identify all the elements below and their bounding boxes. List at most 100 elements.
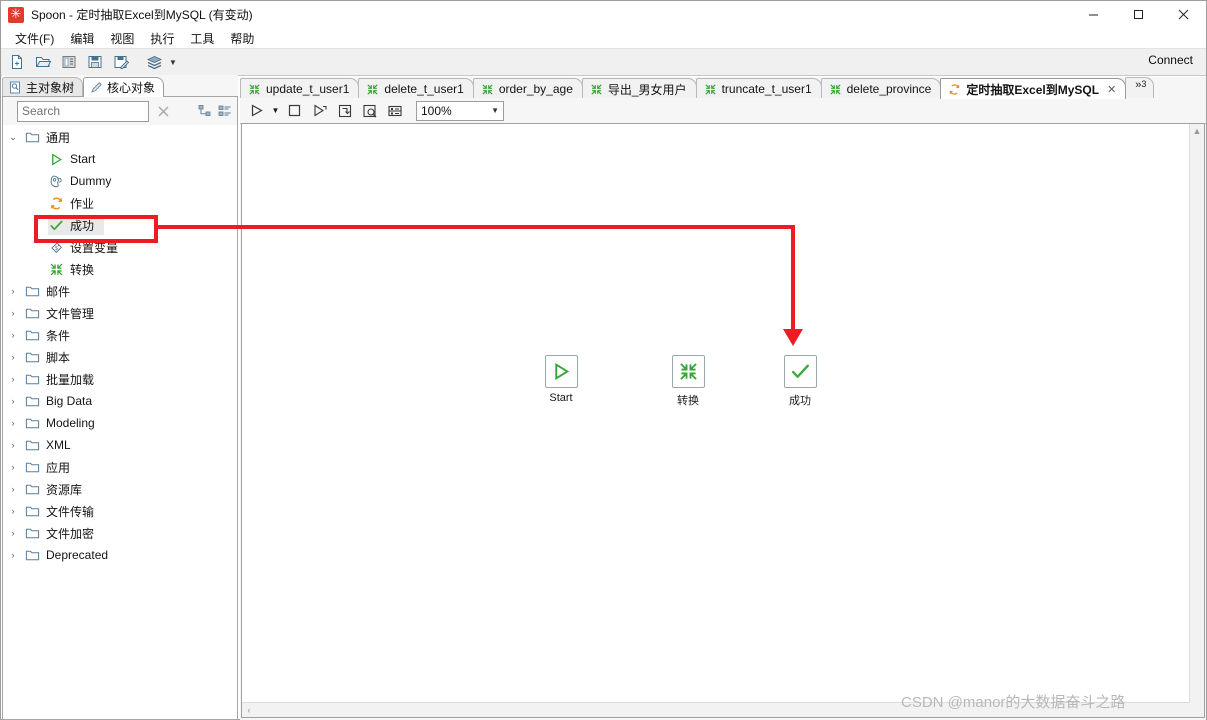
tree-row-icon <box>22 504 42 519</box>
tree-item-row[interactable]: 作业 <box>4 192 236 214</box>
folder-icon <box>25 460 40 475</box>
editor-tab[interactable]: update_t_user1 <box>240 78 360 99</box>
tab-object-tree[interactable]: 主对象树 <box>2 77 84 97</box>
save-as-icon[interactable] <box>110 51 132 73</box>
twisty-collapsed-icon[interactable]: › <box>4 506 22 516</box>
tab-core-objects-label: 核心对象 <box>107 81 156 95</box>
expand-all-icon[interactable] <box>215 101 235 121</box>
twisty-collapsed-icon[interactable]: › <box>4 352 22 362</box>
tree-row-label: 转换 <box>70 262 95 277</box>
tree-folder-row[interactable]: › XML <box>4 434 236 456</box>
tab-core-objects[interactable]: 核心对象 <box>83 77 165 97</box>
connect-link[interactable]: Connect <box>1148 53 1193 67</box>
scroll-left-icon[interactable]: ‹ <box>242 703 256 717</box>
save-icon[interactable] <box>84 51 106 73</box>
tree-row-label: 文件传输 <box>46 504 95 519</box>
clear-icon[interactable] <box>153 101 173 121</box>
job-canvas[interactable]: Start 转换 成功 <box>242 124 1190 703</box>
twisty-collapsed-icon[interactable]: › <box>4 550 22 560</box>
twisty-collapsed-icon[interactable]: › <box>4 462 22 472</box>
tree-row-icon <box>22 130 42 145</box>
canvas-vertical-scrollbar[interactable]: ▲ <box>1189 124 1204 703</box>
tree-folder-row[interactable]: › 资源库 <box>4 478 236 500</box>
twisty-collapsed-icon[interactable]: › <box>4 330 22 340</box>
menu-bar: 文件(F) 编辑 视图 执行 工具 帮助 <box>1 28 1206 49</box>
editor-tab[interactable]: delete_province <box>820 78 942 99</box>
twisty-collapsed-icon[interactable]: › <box>4 286 22 296</box>
menu-view[interactable]: 视图 <box>102 28 142 49</box>
twisty-collapsed-icon[interactable]: › <box>4 308 22 318</box>
zoom-level-select[interactable]: 100% ▼ <box>416 100 504 121</box>
twisty-expanded-icon[interactable]: ⌄ <box>4 132 22 143</box>
folder-icon <box>25 372 40 387</box>
explorer-icon[interactable] <box>58 51 80 73</box>
tree-folder-row[interactable]: › Big Data <box>4 390 236 412</box>
layers-icon[interactable] <box>143 51 165 73</box>
twisty-collapsed-icon[interactable]: › <box>4 528 22 538</box>
tree-item-row[interactable]: Start <box>4 148 236 170</box>
editor-tab[interactable]: order_by_age <box>472 78 583 99</box>
new-file-icon[interactable] <box>6 51 28 73</box>
folder-icon <box>25 284 40 299</box>
minimize-button[interactable] <box>1071 1 1116 28</box>
chevron-down-icon: ▼ <box>491 106 499 115</box>
canvas-container: Start 转换 成功 ▲ ‹ <box>241 123 1205 718</box>
tree-folder-row[interactable]: › 文件管理 <box>4 302 236 324</box>
open-folder-icon[interactable] <box>32 51 54 73</box>
menu-file[interactable]: 文件(F) <box>7 28 62 49</box>
tree-folder-row[interactable]: › Modeling <box>4 412 236 434</box>
editor-tab-close-icon[interactable]: ✕ <box>1107 83 1116 96</box>
canvas-node[interactable]: 转换 <box>658 355 718 408</box>
maximize-button[interactable] <box>1116 1 1161 28</box>
preview-icon[interactable] <box>309 100 330 121</box>
scroll-up-icon[interactable]: ▲ <box>1190 124 1204 138</box>
tree-item-row[interactable]: 转换 <box>4 258 236 280</box>
editor-tab[interactable]: 导出_男女用户 <box>581 78 697 99</box>
editor-tab[interactable]: truncate_t_user1 <box>695 78 822 99</box>
editor-tab[interactable]: delete_t_user1 <box>358 78 474 99</box>
editor-tab-overflow-button[interactable]: » 3 <box>1125 77 1155 99</box>
tree-folder-row[interactable]: ⌄ 通用 <box>4 126 236 148</box>
tree-row-icon <box>22 482 42 497</box>
tree-row-icon <box>46 262 66 277</box>
close-button[interactable] <box>1161 1 1206 28</box>
grid-icon[interactable] <box>384 100 405 121</box>
canvas-node[interactable]: 成功 <box>770 355 830 408</box>
menu-run[interactable]: 执行 <box>142 28 182 49</box>
twisty-collapsed-icon[interactable]: › <box>4 418 22 428</box>
folder-icon <box>25 504 40 519</box>
menu-edit[interactable]: 编辑 <box>62 28 102 49</box>
editor-tab[interactable]: 定时抽取Excel到MySQL ✕ <box>940 78 1127 99</box>
tree-folder-row[interactable]: › Deprecated <box>4 544 236 566</box>
debug-icon[interactable] <box>334 100 355 121</box>
stop-icon[interactable] <box>284 100 305 121</box>
run-dropdown-caret[interactable]: ▼ <box>269 100 282 121</box>
folder-icon <box>25 548 40 563</box>
tree-folder-row[interactable]: › 脚本 <box>4 346 236 368</box>
tree-folder-row[interactable]: › 邮件 <box>4 280 236 302</box>
twisty-collapsed-icon[interactable]: › <box>4 374 22 384</box>
editor-tab-label: 导出_男女用户 <box>607 82 687 97</box>
tree-folder-row[interactable]: › 文件加密 <box>4 522 236 544</box>
canvas-node-icon-box <box>544 355 578 388</box>
annotation-line-vertical <box>791 225 795 333</box>
tree-folder-row[interactable]: › 条件 <box>4 324 236 346</box>
collapse-all-icon[interactable] <box>195 101 215 121</box>
tree-item-row[interactable]: Dummy <box>4 170 236 192</box>
canvas-node[interactable]: Start <box>531 355 591 404</box>
inspect-icon[interactable] <box>359 100 380 121</box>
menu-help[interactable]: 帮助 <box>222 28 262 49</box>
menu-tools[interactable]: 工具 <box>182 28 222 49</box>
transformation-icon <box>704 83 717 96</box>
search-input[interactable] <box>17 100 149 122</box>
run-icon[interactable] <box>246 100 267 121</box>
tree-folder-row[interactable]: › 应用 <box>4 456 236 478</box>
twisty-collapsed-icon[interactable]: › <box>4 484 22 494</box>
twisty-collapsed-icon[interactable]: › <box>4 440 22 450</box>
twisty-collapsed-icon[interactable]: › <box>4 396 22 406</box>
tree-folder-row[interactable]: › 批量加载 <box>4 368 236 390</box>
tree-folder-row[interactable]: › 文件传输 <box>4 500 236 522</box>
layers-dropdown-caret[interactable]: ▼ <box>167 51 179 73</box>
folder-icon <box>25 394 40 409</box>
start-icon <box>551 361 572 382</box>
